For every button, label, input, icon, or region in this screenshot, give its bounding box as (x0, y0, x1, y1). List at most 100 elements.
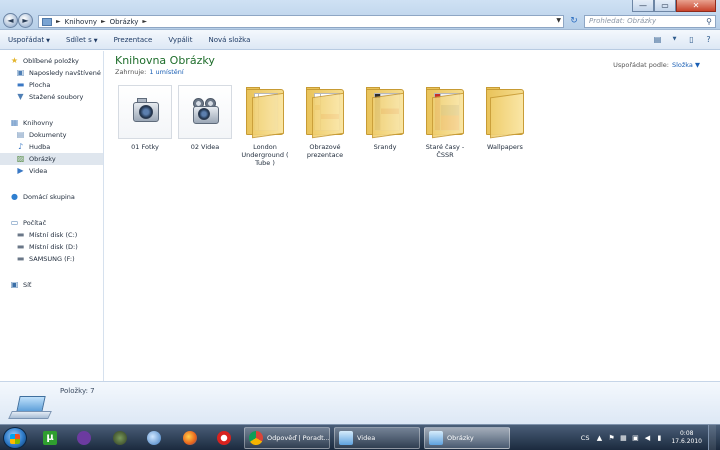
task-label: Obrázky (447, 434, 474, 442)
flag-icon[interactable]: ⚑ (607, 434, 615, 442)
forward-button[interactable]: ► (18, 13, 33, 28)
arrange-dropdown[interactable]: Složka ▼ (672, 61, 700, 69)
item-label: London Underground ( Tube ) (241, 143, 289, 167)
item-label: 02 Videa (190, 143, 220, 151)
sidebar-item-favorites[interactable]: ★ Oblíbené položky (0, 55, 103, 67)
refresh-icon[interactable]: ↻ (567, 15, 581, 28)
locations-link[interactable]: 1 umístění (149, 68, 183, 76)
app-tray-icon[interactable]: ▣ (631, 434, 639, 442)
sidebar-item-computer[interactable]: ▭ Počítač (0, 217, 103, 229)
includes-label: Zahrnuje: (115, 68, 147, 76)
computer-icon: ▭ (10, 218, 19, 227)
language-indicator[interactable]: CS (581, 434, 590, 442)
sidebar-item-libraries[interactable]: ▦ Knihovny (0, 117, 103, 129)
game-pin[interactable] (106, 428, 134, 448)
navigation-pane: ★ Oblíbené položky ▣ Naposledy navštíven… (0, 51, 104, 381)
list-item[interactable]: 01 Fotky (115, 85, 175, 167)
folder-icon (298, 85, 352, 139)
list-item[interactable]: Staré časy - ČSSR (415, 85, 475, 167)
task-pictures[interactable]: Obrázky (424, 427, 510, 449)
chevron-up-icon[interactable]: ▲ (595, 434, 603, 442)
search-icon[interactable]: ⚲ (706, 16, 712, 27)
chevron-right-icon[interactable]: ► (56, 18, 61, 25)
sidebar-item-downloads[interactable]: ▼ Stažené soubory (0, 91, 103, 103)
firefox-pin[interactable] (176, 428, 204, 448)
minimize-button[interactable]: — (632, 0, 654, 12)
chevron-right-icon[interactable]: ► (142, 18, 147, 25)
command-bar: Uspořádat ▼ Sdílet s ▼ Prezentace Vypálit … (0, 30, 720, 50)
wifi-icon[interactable]: ▮ (655, 434, 663, 442)
opera-pin[interactable] (210, 428, 238, 448)
task-videos[interactable]: Videa (334, 427, 420, 449)
title-bar: — ▭ ✕ ◄ ► ► Knihovny ► Obrázky ► ▼ ↻ Pro… (0, 0, 720, 30)
clock[interactable]: 0:08 17.6.2010 (671, 430, 702, 446)
search-placeholder: Prohledat: Obrázky (589, 17, 657, 25)
sidebar-item-videos[interactable]: ▶ Videa (0, 165, 103, 177)
list-item[interactable]: Srandy (355, 85, 415, 167)
sidebar-item-music[interactable]: ♪ Hudba (0, 141, 103, 153)
sidebar-item-label: Hudba (29, 143, 51, 151)
share-button[interactable]: Sdílet s ▼ (58, 36, 106, 44)
utorrent-pin[interactable]: µ (36, 428, 64, 448)
chevron-right-icon[interactable]: ► (101, 18, 106, 25)
sidebar-item-label: Domácí skupina (23, 193, 75, 201)
volume-icon[interactable]: ◀ (643, 434, 651, 442)
sidebar-item-documents[interactable]: ▤ Dokumenty (0, 129, 103, 141)
breadcrumb-pictures[interactable]: Obrázky (110, 18, 139, 26)
list-item[interactable]: London Underground ( Tube ) (235, 85, 295, 167)
preview-pane-icon[interactable]: ▯ (686, 34, 697, 45)
burn-button[interactable]: Vypálit (160, 36, 200, 44)
view-options-icon[interactable]: ▤ (652, 34, 663, 45)
libraries-icon: ▦ (10, 118, 19, 127)
sidebar-item-homegroup[interactable]: ● Domácí skupina (0, 191, 103, 203)
folder-icon (478, 85, 532, 139)
sidebar-item-label: Oblíbené položky (23, 57, 79, 65)
computer-icon (8, 396, 52, 420)
network-icon[interactable]: ▦ (619, 434, 627, 442)
downloads-icon: ▼ (17, 92, 24, 101)
breadcrumb-libraries[interactable]: Knihovny (65, 18, 97, 26)
content-pane: Knihovna Obrázky Zahrnuje: 1 umístění Usp… (105, 51, 720, 381)
slideshow-button[interactable]: Prezentace (106, 36, 161, 44)
sidebar-item-label: Počítač (23, 219, 47, 227)
address-bar[interactable]: ► Knihovny ► Obrázky ► ▼ (38, 15, 564, 28)
list-item[interactable]: Wallpapers (475, 85, 535, 167)
yahoo-icon (77, 431, 91, 445)
list-item[interactable]: Obrazové prezentace (295, 85, 355, 167)
close-button[interactable]: ✕ (676, 0, 716, 12)
item-grid: 01 Fotky 02 Videa London Underground ( T… (115, 85, 535, 167)
chevron-down-icon[interactable]: ▼ (556, 17, 561, 24)
sidebar-item-pictures[interactable]: ▨ Obrázky (0, 153, 103, 165)
sidebar-item-label: Obrázky (29, 155, 56, 163)
chrome-icon (249, 431, 263, 445)
search-input[interactable]: Prohledat: Obrázky ⚲ (584, 15, 716, 28)
sidebar-item-label: Knihovny (23, 119, 54, 127)
sidebar-item-desktop[interactable]: ▬ Plocha (0, 79, 103, 91)
new-folder-button[interactable]: Nová složka (200, 36, 258, 44)
globe-icon (147, 431, 161, 445)
maximize-button[interactable]: ▭ (654, 0, 676, 12)
app-pin[interactable] (70, 428, 98, 448)
list-item[interactable]: 02 Videa (175, 85, 235, 167)
back-button[interactable]: ◄ (3, 13, 18, 28)
show-desktop-button[interactable] (708, 425, 716, 450)
usb-drive-icon: ▬ (16, 254, 25, 263)
start-button[interactable] (3, 427, 27, 449)
windows-logo-icon (10, 434, 20, 444)
sidebar-item-disk-d[interactable]: ▬ Místní disk (D:) (0, 241, 103, 253)
game-icon (113, 431, 127, 445)
organize-button[interactable]: Uspořádat ▼ (0, 36, 58, 44)
item-count: Položky: 7 (60, 387, 95, 395)
chevron-down-icon[interactable]: ▼ (669, 34, 680, 45)
help-icon[interactable]: ? (703, 34, 714, 45)
task-label: Videa (357, 434, 376, 442)
sidebar-item-network[interactable]: ▣ Síť (0, 279, 103, 291)
sidebar-item-recent[interactable]: ▣ Naposledy navštívené (0, 67, 103, 79)
library-includes: Zahrnuje: 1 umístění (115, 68, 184, 76)
sidebar-item-samsung[interactable]: ▬ SAMSUNG (F:) (0, 253, 103, 265)
firefox-icon (183, 431, 197, 445)
arrange-value: Složka (671, 61, 693, 69)
sidebar-item-disk-c[interactable]: ▬ Místní disk (C:) (0, 229, 103, 241)
task-chrome[interactable]: Odpověď | Poradt... (244, 427, 330, 449)
browser-pin[interactable] (140, 428, 168, 448)
